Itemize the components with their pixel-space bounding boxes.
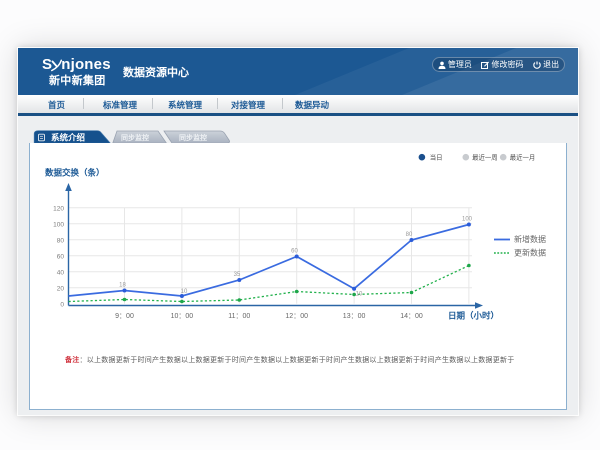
svg-text:80: 80 xyxy=(406,232,413,238)
svg-text:12：00: 12：00 xyxy=(285,313,308,320)
svg-text:同步监控: 同步监控 xyxy=(121,133,149,142)
svg-text:0: 0 xyxy=(60,301,64,308)
svg-text:60: 60 xyxy=(57,253,65,260)
svg-text:当日: 当日 xyxy=(430,153,443,162)
svg-text:35: 35 xyxy=(234,272,241,278)
svg-text:10: 10 xyxy=(181,289,188,295)
svg-text:日期（小时）: 日期（小时） xyxy=(448,311,499,321)
svg-text:120: 120 xyxy=(53,205,64,212)
svg-text:新增数据: 新增数据 xyxy=(514,234,546,244)
svg-text:100: 100 xyxy=(462,217,473,223)
svg-text:100: 100 xyxy=(53,221,64,228)
svg-text:最近一月: 最近一月 xyxy=(510,153,536,162)
svg-text:10: 10 xyxy=(356,292,363,298)
svg-text:14：00: 14：00 xyxy=(400,313,423,320)
svg-text:60: 60 xyxy=(291,249,298,255)
svg-text:80: 80 xyxy=(57,237,65,244)
svg-text:更新数据: 更新数据 xyxy=(514,248,546,258)
svg-text:数据交换（条）: 数据交换（条） xyxy=(45,168,105,178)
svg-text:最近一周: 最近一周 xyxy=(472,153,498,162)
svg-text:11：00: 11：00 xyxy=(228,313,250,320)
svg-text:13：00: 13：00 xyxy=(343,313,366,320)
svg-text:同步监控: 同步监控 xyxy=(179,133,207,142)
svg-text:10：00: 10：00 xyxy=(171,313,194,320)
svg-text:20: 20 xyxy=(57,285,65,292)
svg-text:9：00: 9：00 xyxy=(115,313,134,320)
svg-text:18: 18 xyxy=(119,283,126,289)
svg-text:40: 40 xyxy=(57,269,65,276)
svg-text:系统介绍: 系统介绍 xyxy=(51,132,86,142)
